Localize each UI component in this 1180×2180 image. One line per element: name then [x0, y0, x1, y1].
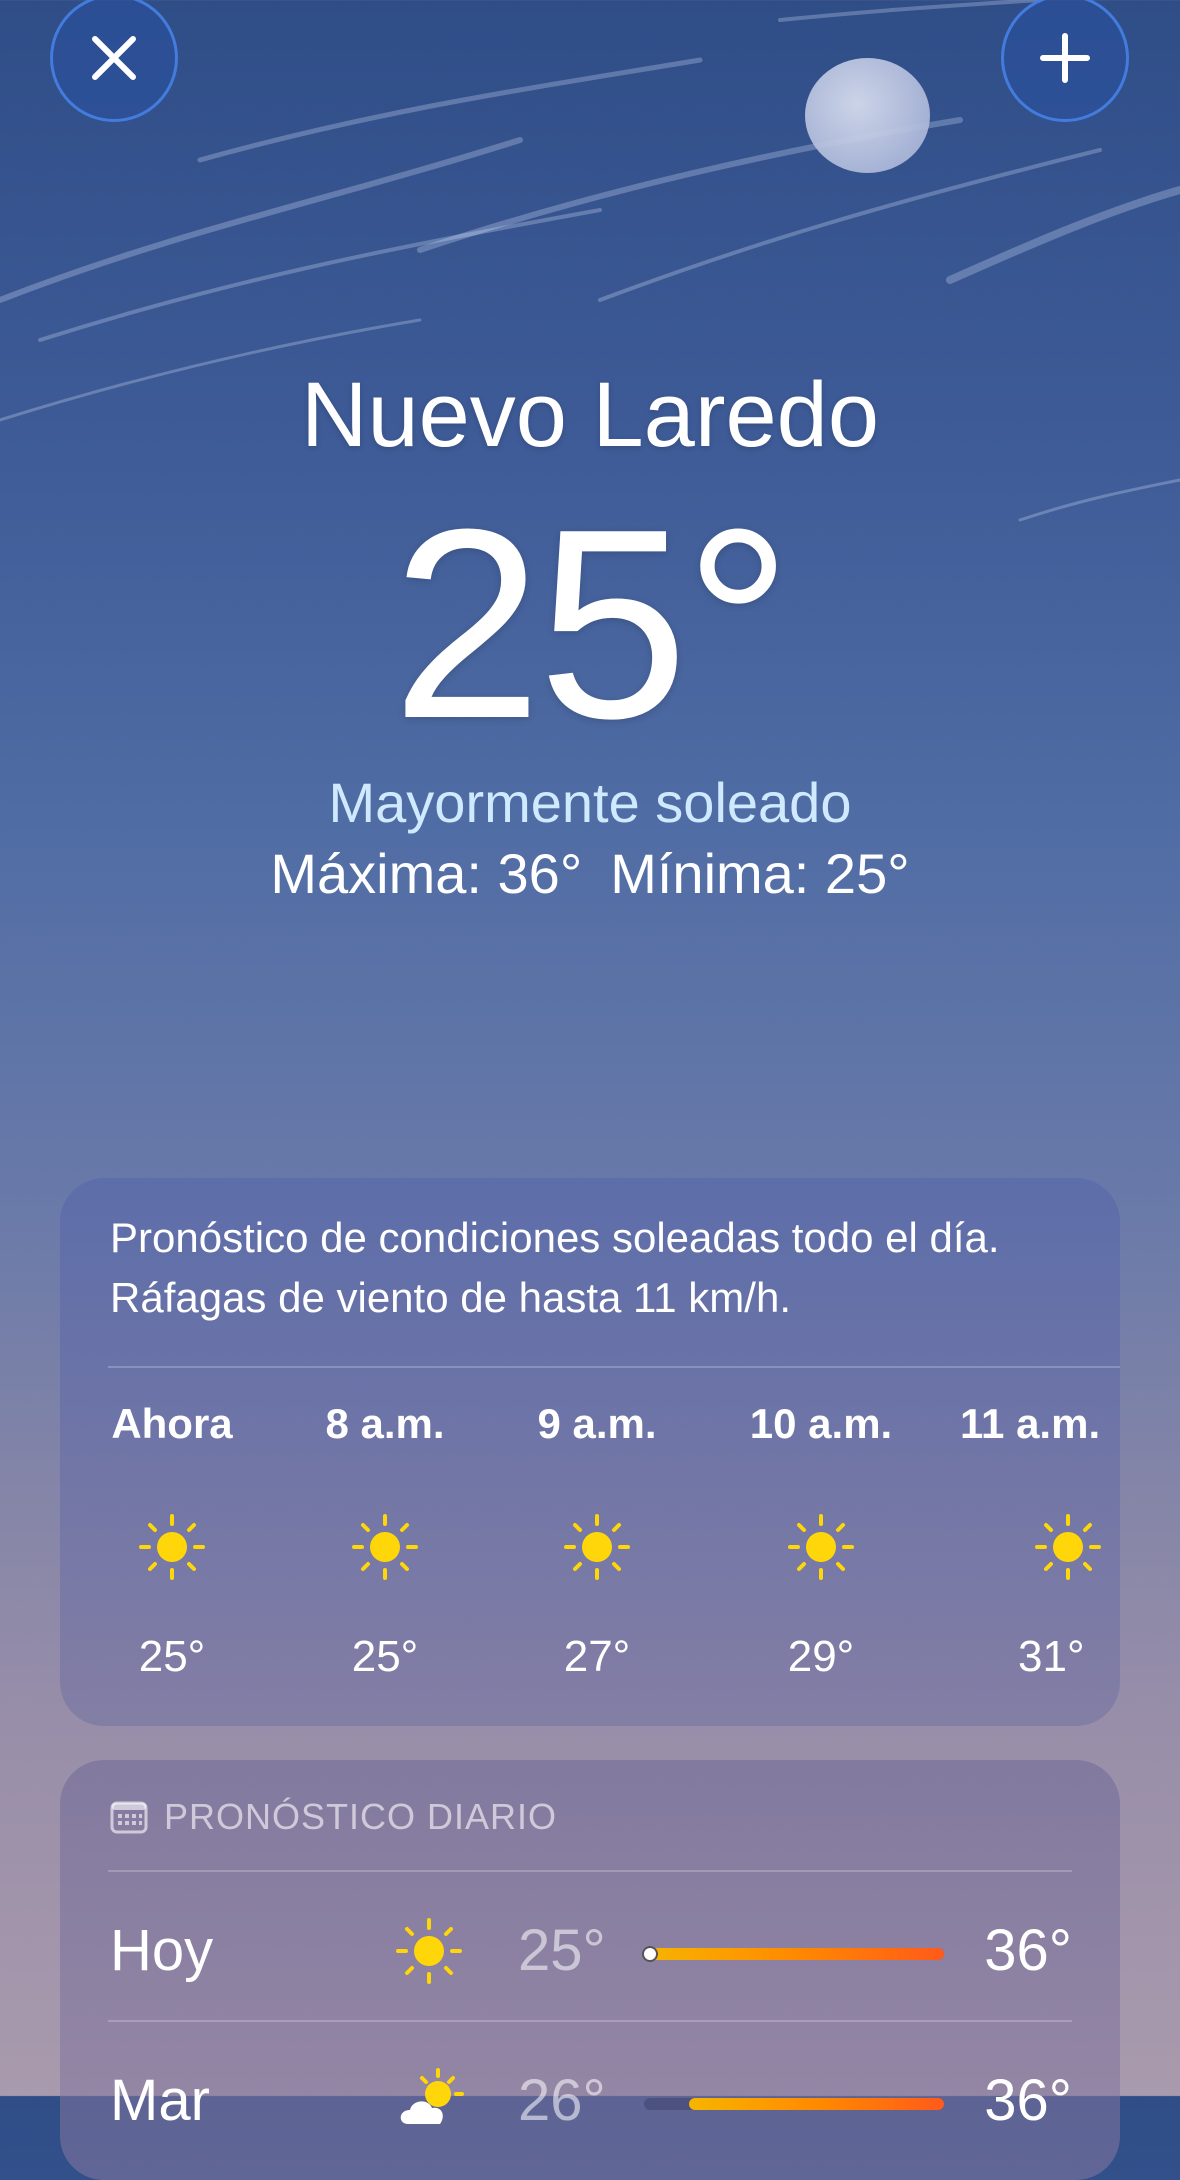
day-name: Hoy: [110, 1918, 214, 1983]
day-high-temp: 36°: [984, 1918, 1072, 1983]
day-name: Mar: [110, 2068, 210, 2133]
hour-temp: 29°: [787, 1632, 855, 1681]
hour-item[interactable]: 9 a.m. 27°: [497, 1396, 697, 1685]
temperature-range-fill: [644, 1948, 944, 1960]
high-low: Máxima: 36° Mínima: 25°: [0, 838, 1180, 910]
current-condition: Mayormente soleado: [328, 771, 852, 834]
temperature-range-bar: [642, 1946, 944, 1962]
sun-icon: [564, 1514, 630, 1580]
hour-temp: 25°: [351, 1632, 419, 1681]
city-name: Nuevo Laredo: [301, 364, 879, 466]
current-temp-marker: [642, 1946, 658, 1962]
daily-forecast-card[interactable]: PRONÓSTICO DIARIO Hoy 25° 36° Mar 26° 36…: [60, 1760, 1120, 2180]
hour-item[interactable]: 10 a.m. 29°: [721, 1396, 921, 1685]
day-low-temp: 25°: [518, 1918, 606, 1983]
sun-icon: [139, 1514, 205, 1580]
high-temp: Máxima: 36°: [270, 842, 583, 905]
hour-temp: 25°: [138, 1632, 206, 1681]
hour-temp: 27°: [563, 1632, 631, 1681]
hour-temp: 31°: [1018, 1632, 1085, 1681]
sun-icon: [352, 1514, 418, 1580]
forecast-summary: Pronóstico de condiciones soleadas todo …: [110, 1214, 1000, 1321]
partly-cloudy-icon: [400, 2068, 464, 2124]
hour-label: 11 a.m.: [960, 1400, 1101, 1447]
add-location-button[interactable]: [1001, 0, 1129, 122]
day-row[interactable]: Hoy 25° 36°: [108, 1872, 1072, 2022]
hour-label: 10 a.m.: [749, 1400, 893, 1447]
hour-label: 8 a.m.: [325, 1400, 445, 1447]
sun-icon: [1035, 1514, 1101, 1580]
temperature-range-bar: [644, 2098, 944, 2110]
plus-icon: [1040, 33, 1090, 83]
hour-item[interactable]: Ahora 25°: [72, 1396, 272, 1685]
temperature-range-fill: [689, 2098, 944, 2110]
low-temp: Mínima: 25°: [610, 842, 910, 905]
day-high-temp: 36°: [984, 2068, 1072, 2133]
close-icon: [92, 36, 136, 80]
hour-item[interactable]: 8 a.m. 25°: [285, 1396, 485, 1685]
hour-label: Ahora: [111, 1400, 233, 1447]
hour-label: 9 a.m.: [537, 1400, 657, 1447]
daily-forecast-header: PRONÓSTICO DIARIO: [110, 1796, 557, 1838]
day-low-temp: 26°: [518, 2068, 606, 2133]
close-button[interactable]: [50, 0, 178, 122]
sun-icon: [396, 1918, 462, 1984]
day-row[interactable]: Mar 26° 36°: [108, 2022, 1072, 2172]
divider: [108, 1366, 1120, 1368]
hour-item[interactable]: 11 a.m. 31°: [952, 1396, 1120, 1685]
moon: [805, 58, 930, 173]
calendar-icon: [110, 1801, 148, 1834]
sun-icon: [788, 1514, 854, 1580]
current-temperature: 25°: [391, 474, 792, 775]
hourly-forecast-card[interactable]: Pronóstico de condiciones soleadas todo …: [60, 1178, 1120, 1726]
daily-forecast-title: PRONÓSTICO DIARIO: [164, 1796, 558, 1837]
